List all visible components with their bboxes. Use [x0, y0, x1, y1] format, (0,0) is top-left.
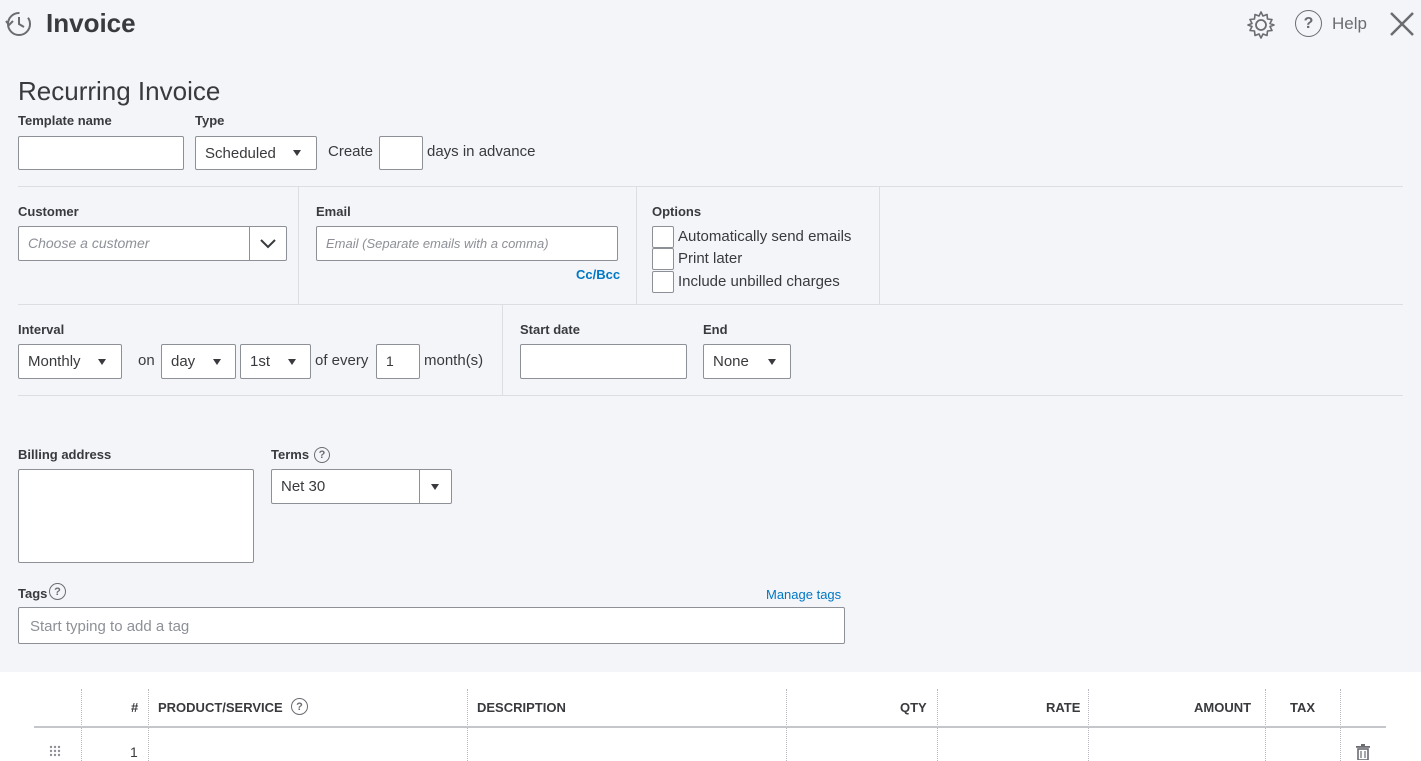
- unbilled-charges-checkbox[interactable]: [652, 271, 674, 293]
- email-placeholder: Email (Separate emails with a comma): [326, 236, 549, 251]
- customer-combobox[interactable]: Choose a customer: [18, 226, 287, 261]
- history-icon[interactable]: [4, 9, 34, 39]
- terms-label: Terms: [271, 447, 310, 462]
- type-value: Scheduled: [205, 144, 276, 162]
- product-help-icon[interactable]: ?: [291, 698, 308, 715]
- divider: [636, 187, 637, 304]
- interval-frequency-select[interactable]: Monthly: [18, 344, 122, 379]
- gear-icon[interactable]: [1246, 10, 1276, 40]
- terms-help-icon[interactable]: ?: [314, 447, 330, 463]
- drag-handle-icon[interactable]: [49, 745, 61, 757]
- chevron-down-icon: [768, 359, 776, 365]
- start-date-label: Start date: [520, 322, 580, 337]
- type-select[interactable]: Scheduled: [195, 136, 317, 170]
- auto-send-checkbox[interactable]: [652, 226, 674, 248]
- options-label: Options: [652, 204, 702, 219]
- manage-tags-link[interactable]: Manage tags: [766, 587, 841, 602]
- terms-select[interactable]: Net 30: [271, 469, 452, 504]
- customer-placeholder: Choose a customer: [28, 235, 150, 251]
- tags-placeholder: Start typing to add a tag: [30, 618, 190, 635]
- row-number: 1: [130, 744, 138, 760]
- column-header-amount: AMOUNT: [1194, 700, 1252, 715]
- unbilled-charges-label: Include unbilled charges: [678, 273, 840, 290]
- template-name-label: Template name: [18, 113, 112, 128]
- end-label: End: [703, 322, 728, 337]
- end-select[interactable]: None: [703, 344, 791, 379]
- on-label: on: [138, 352, 155, 369]
- column-header-tax: TAX: [1290, 700, 1316, 715]
- print-later-checkbox[interactable]: [652, 248, 674, 270]
- type-label: Type: [195, 113, 225, 128]
- divider: [298, 187, 299, 304]
- divider: [18, 395, 1403, 396]
- tags-label: Tags: [18, 586, 48, 601]
- of-every-label: of every: [315, 352, 369, 369]
- divider: [18, 304, 1403, 305]
- title-bar: Invoice ? Help: [0, 0, 1421, 52]
- customer-label: Customer: [18, 204, 79, 219]
- interval-unit-select[interactable]: day: [161, 344, 236, 379]
- interval-every-value: 1: [386, 353, 394, 369]
- cc-bcc-link[interactable]: Cc/Bcc: [576, 267, 620, 282]
- chevron-down-icon: [293, 150, 301, 156]
- table-row[interactable]: 1: [34, 728, 1386, 761]
- months-label: month(s): [424, 352, 484, 369]
- days-in-advance-label: days in advance: [427, 143, 536, 160]
- email-label: Email: [316, 204, 351, 219]
- column-header-qty: QTY: [900, 700, 927, 715]
- interval-day-select[interactable]: 1st: [240, 344, 311, 379]
- select-divider: [419, 470, 420, 503]
- tags-help-icon[interactable]: ?: [49, 583, 66, 600]
- billing-address-label: Billing address: [18, 447, 112, 462]
- help-icon[interactable]: ?: [1295, 10, 1322, 37]
- column-header-product: PRODUCT/SERVICE: [158, 700, 283, 715]
- billing-address-textarea[interactable]: [18, 469, 254, 563]
- column-header-rate: RATE: [1046, 700, 1081, 715]
- chevron-down-icon: [288, 359, 296, 365]
- interval-unit-value: day: [171, 353, 196, 370]
- interval-label: Interval: [18, 322, 65, 337]
- chevron-down-icon: [98, 359, 106, 365]
- interval-day-value: 1st: [250, 353, 271, 370]
- template-name-input[interactable]: [18, 136, 184, 170]
- line-items-table: # PRODUCT/SERVICE ? DESCRIPTION QTY RATE…: [0, 672, 1421, 761]
- page-title: Recurring Invoice: [18, 76, 221, 106]
- help-label[interactable]: Help: [1332, 14, 1367, 34]
- divider: [879, 187, 880, 304]
- auto-send-label: Automatically send emails: [678, 228, 852, 245]
- trash-icon[interactable]: [1356, 744, 1370, 760]
- chevron-down-icon: [431, 484, 439, 490]
- days-in-advance-input[interactable]: [379, 136, 423, 170]
- column-header-number: #: [131, 700, 139, 715]
- close-icon[interactable]: [1388, 10, 1416, 38]
- email-input[interactable]: Email (Separate emails with a comma): [316, 226, 618, 261]
- divider: [18, 186, 1403, 187]
- combobox-divider: [249, 227, 250, 260]
- interval-frequency-value: Monthly: [28, 353, 81, 370]
- divider: [502, 305, 503, 395]
- chevron-down-icon[interactable]: [259, 237, 277, 251]
- create-label: Create: [328, 143, 374, 160]
- terms-value: Net 30: [281, 478, 326, 495]
- end-value: None: [713, 353, 749, 370]
- tags-input[interactable]: Start typing to add a tag: [18, 607, 845, 644]
- interval-every-input[interactable]: 1: [376, 344, 420, 379]
- print-later-label: Print later: [678, 250, 743, 267]
- start-date-input[interactable]: [520, 344, 687, 379]
- app-title: Invoice: [46, 8, 136, 38]
- column-header-description: DESCRIPTION: [477, 700, 566, 715]
- chevron-down-icon: [213, 359, 221, 365]
